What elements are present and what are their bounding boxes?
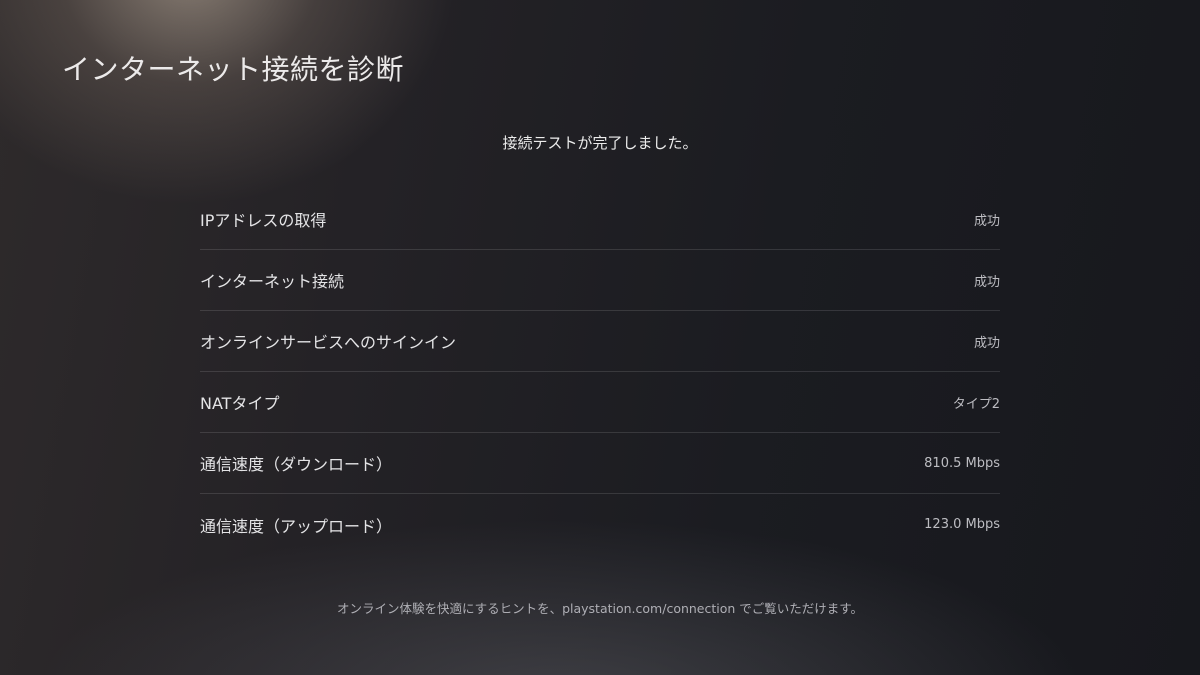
result-value: タイプ2: [952, 396, 1000, 412]
connection-tips-hint: オンライン体験を快適にするヒントを、playstation.com/connec…: [336, 601, 864, 616]
result-row-internet-connection: インターネット接続 成功: [200, 250, 1000, 311]
result-row-download-speed: 通信速度（ダウンロード） 810.5 Mbps: [200, 433, 1000, 494]
result-label: NATタイプ: [200, 394, 280, 413]
result-label: インターネット接続: [200, 272, 345, 291]
result-label: 通信速度（アップロード）: [200, 516, 393, 536]
diagnostic-results-list: IPアドレスの取得 成功 インターネット接続 成功 オンラインサービスへのサイン…: [200, 189, 1000, 555]
result-row-nat-type: NATタイプ タイプ2: [200, 372, 1000, 433]
result-value: 成功: [973, 274, 1000, 290]
result-value: 810.5 Mbps: [924, 455, 1000, 471]
result-label: IPアドレスの取得: [200, 211, 327, 230]
page-title: インターネット接続を診断: [62, 53, 405, 86]
result-row-online-service-signin: オンラインサービスへのサインイン 成功: [200, 311, 1000, 372]
result-label: 通信速度（ダウンロード）: [200, 455, 393, 474]
result-label: オンラインサービスへのサインイン: [200, 333, 457, 352]
result-row-upload-speed: 通信速度（アップロード） 123.0 Mbps: [200, 494, 1000, 555]
result-value: 成功: [973, 213, 1000, 229]
result-row-ip-address: IPアドレスの取得 成功: [200, 189, 1000, 250]
test-complete-message: 接続テストが完了しました。: [502, 134, 698, 152]
result-value: 123.0 Mbps: [924, 517, 1000, 532]
result-value: 成功: [973, 335, 1000, 351]
